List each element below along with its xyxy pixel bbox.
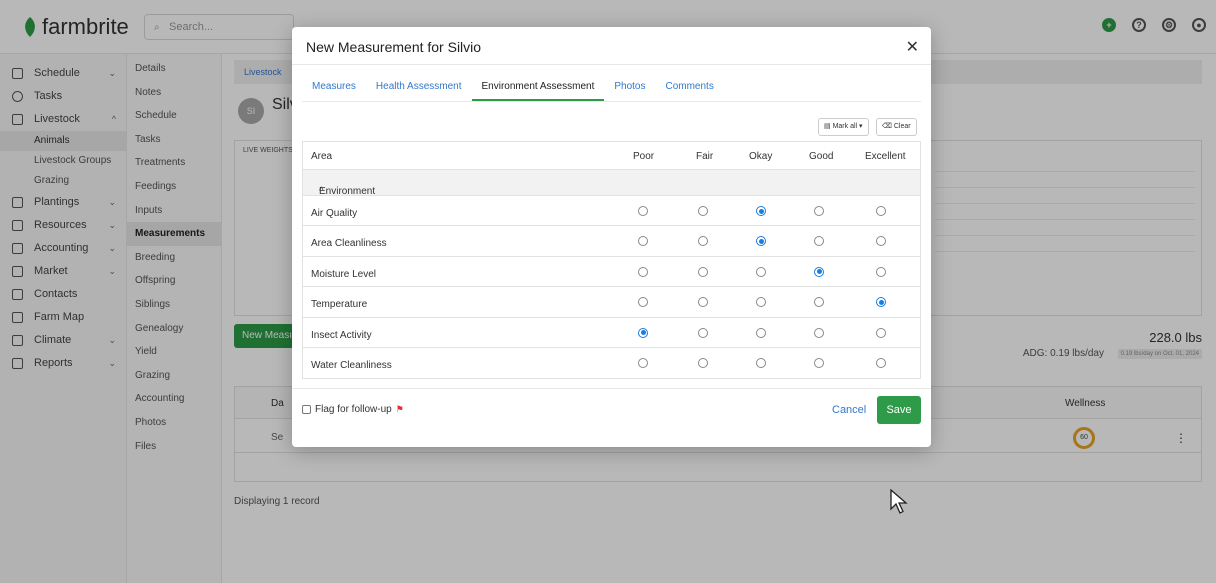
radio-excellent[interactable] bbox=[876, 357, 886, 368]
caret-down-icon: ▾ bbox=[857, 123, 863, 130]
grid-header: Area Poor Fair Okay Good Excellent bbox=[303, 142, 920, 170]
radio-okay[interactable] bbox=[756, 297, 766, 308]
column-header-poor: Poor bbox=[633, 151, 655, 162]
radio-poor[interactable] bbox=[638, 297, 648, 308]
divider bbox=[292, 388, 931, 389]
radio-fair[interactable] bbox=[698, 206, 708, 216]
modal-tabs: Measures Health Assessment Environment A… bbox=[302, 75, 724, 101]
radio-excellent[interactable] bbox=[876, 266, 886, 277]
assessment-row: Moisture Level bbox=[303, 257, 920, 288]
radio-good[interactable] bbox=[814, 206, 824, 216]
assessment-row-label: Water Cleanliness bbox=[311, 359, 392, 371]
assessment-row-label: Air Quality bbox=[311, 208, 358, 219]
mark-all-dropdown[interactable]: ▤ Mark all ▾ bbox=[818, 118, 869, 136]
radio-poor[interactable] bbox=[638, 236, 648, 247]
radio-poor[interactable] bbox=[638, 327, 648, 338]
clipboard-icon: ▤ bbox=[824, 123, 833, 130]
new-measurement-modal: New Measurement for Silvio ✕ Measures He… bbox=[292, 27, 931, 447]
tab-comments[interactable]: Comments bbox=[655, 75, 723, 101]
radio-fair[interactable] bbox=[698, 357, 708, 368]
assessment-row-label: Insect Activity bbox=[311, 329, 372, 341]
radio-poor[interactable] bbox=[638, 206, 648, 216]
radio-good[interactable] bbox=[814, 266, 824, 277]
assessment-row-label: Temperature bbox=[311, 299, 368, 311]
radio-fair[interactable] bbox=[698, 327, 708, 338]
column-header-excellent: Excellent bbox=[865, 151, 906, 162]
column-header-fair: Fair bbox=[696, 151, 714, 162]
radio-excellent[interactable] bbox=[876, 206, 886, 216]
close-icon[interactable]: ✕ bbox=[906, 37, 919, 57]
radio-good[interactable] bbox=[814, 297, 824, 308]
radio-good[interactable] bbox=[814, 327, 824, 338]
radio-okay[interactable] bbox=[756, 357, 766, 368]
assessment-row: Insect Activity bbox=[303, 318, 920, 348]
save-button[interactable]: Save bbox=[877, 396, 921, 424]
divider bbox=[292, 64, 931, 65]
radio-good[interactable] bbox=[814, 357, 824, 368]
radio-excellent[interactable] bbox=[876, 297, 886, 308]
radio-fair[interactable] bbox=[698, 297, 708, 308]
assessment-grid: Area Poor Fair Okay Good Excellent ^ Env… bbox=[302, 141, 921, 380]
section-environment[interactable]: ^ Environment bbox=[303, 170, 920, 197]
tab-measures[interactable]: Measures bbox=[302, 75, 366, 101]
radio-okay[interactable] bbox=[756, 206, 766, 216]
assessment-row: Air Quality bbox=[303, 196, 920, 227]
tab-health-assessment[interactable]: Health Assessment bbox=[366, 75, 472, 101]
divider bbox=[302, 101, 921, 102]
radio-poor[interactable] bbox=[638, 357, 648, 368]
radio-okay[interactable] bbox=[756, 236, 766, 247]
radio-okay[interactable] bbox=[756, 327, 766, 338]
eraser-icon: ⌫ bbox=[882, 123, 894, 130]
flag-icon: ⚑ bbox=[395, 404, 404, 414]
tab-photos[interactable]: Photos bbox=[604, 75, 655, 101]
assessment-row: Area Cleanliness bbox=[303, 226, 920, 257]
radio-fair[interactable] bbox=[698, 266, 708, 277]
radio-excellent[interactable] bbox=[876, 236, 886, 247]
column-header-good: Good bbox=[809, 151, 834, 162]
radio-okay[interactable] bbox=[756, 266, 766, 277]
assessment-row-label: Moisture Level bbox=[311, 268, 377, 280]
radio-excellent[interactable] bbox=[876, 327, 886, 338]
assessment-row: Water Cleanliness bbox=[303, 348, 920, 378]
radio-fair[interactable] bbox=[698, 236, 708, 247]
tab-environment-assessment[interactable]: Environment Assessment bbox=[471, 75, 605, 101]
mouse-cursor-icon bbox=[890, 489, 908, 514]
cancel-button[interactable]: Cancel bbox=[832, 404, 866, 416]
radio-good[interactable] bbox=[814, 236, 824, 247]
flag-checkbox[interactable] bbox=[302, 405, 311, 414]
assessment-row-label: Area Cleanliness bbox=[311, 238, 387, 250]
column-header-area: Area bbox=[311, 151, 333, 162]
flag-for-follow-up[interactable]: Flag for follow-up ⚑ bbox=[302, 404, 404, 415]
radio-poor[interactable] bbox=[638, 266, 648, 277]
clear-button[interactable]: ⌫ Clear bbox=[876, 118, 917, 136]
column-header-okay: Okay bbox=[749, 151, 773, 162]
assessment-row: Temperature bbox=[303, 287, 920, 318]
modal-title: New Measurement for Silvio bbox=[306, 39, 482, 55]
